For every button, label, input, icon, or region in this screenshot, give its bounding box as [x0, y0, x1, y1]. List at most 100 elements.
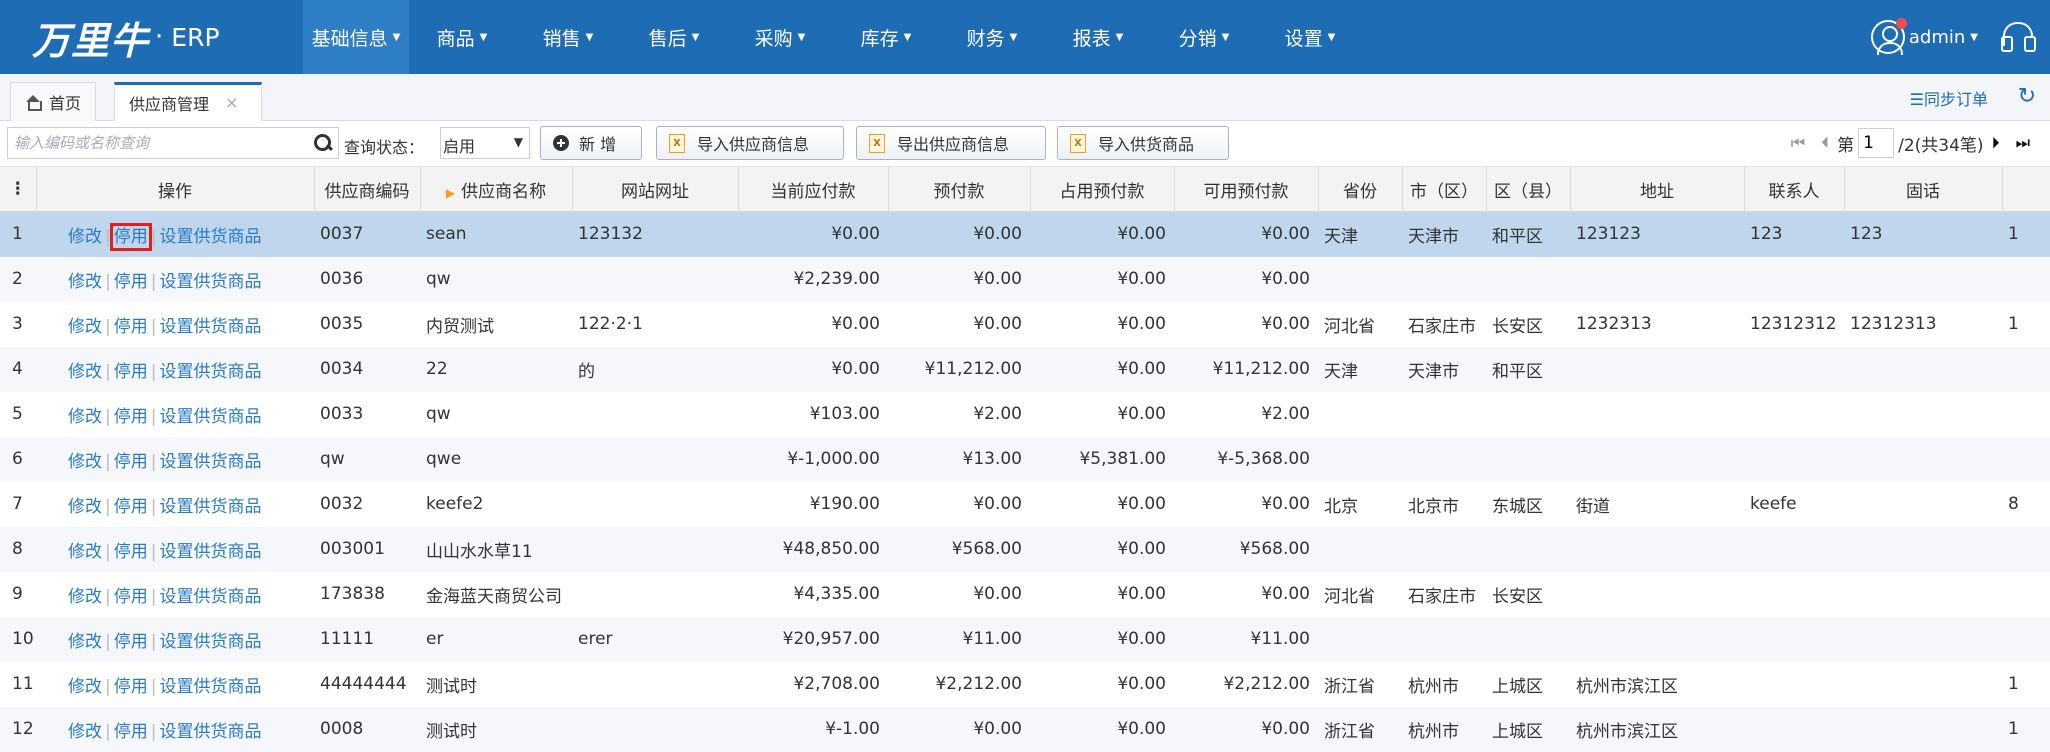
column-header[interactable]: 联系人 — [1744, 166, 1845, 212]
column-header[interactable]: 市（区） — [1402, 166, 1487, 212]
set-goods-link[interactable]: 设置供货商品 — [159, 587, 261, 607]
column-header[interactable]: 固话 — [1844, 166, 2003, 212]
headset-icon[interactable] — [2000, 20, 2034, 54]
column-header[interactable]: 可用预付款 — [1174, 166, 1319, 212]
set-goods-link[interactable]: 设置供货商品 — [159, 452, 261, 472]
set-goods-link[interactable]: 设置供货商品 — [159, 317, 261, 337]
province: 河北省 — [1318, 571, 1402, 617]
set-goods-link[interactable]: 设置供货商品 — [159, 542, 261, 562]
edit-link[interactable]: 修改 — [68, 362, 102, 382]
disable-link[interactable]: 停用 — [114, 317, 148, 337]
edit-link[interactable]: 修改 — [68, 227, 102, 247]
search-icon[interactable] — [312, 132, 334, 154]
set-goods-link[interactable]: 设置供货商品 — [159, 272, 261, 292]
table-row[interactable]: 9 修改 | 停用 | 设置供货商品 173838 金海蓝天商贸公司 ¥4,335.00 ¥0.0… — [0, 571, 2050, 617]
table-row[interactable]: 7 修改 | 停用 | 设置供货商品 0032 keefe2 ¥190.00 ¥0.00 ¥0.00… — [0, 481, 2050, 527]
search-input[interactable] — [8, 128, 298, 158]
table-row[interactable]: 1 修改 | 停用 | 设置供货商品 0037 sean 123132 ¥0.00 ¥0.00 ¥0.… — [0, 211, 2050, 257]
edit-link[interactable]: 修改 — [68, 452, 102, 472]
import-supplier-button[interactable]: X 导入供应商信息 — [656, 126, 844, 160]
refresh-icon[interactable]: ↻ — [2018, 84, 2036, 109]
column-header[interactable]: 供应商编码 — [314, 166, 421, 212]
prev-page-icon[interactable]: ⏴ — [1821, 133, 1829, 153]
first-page-icon[interactable]: ⏮ — [1791, 133, 1805, 153]
column-header[interactable]: 占用预付款 — [1030, 166, 1175, 212]
edit-link[interactable]: 修改 — [68, 677, 102, 697]
tab-home[interactable]: 首页 — [10, 82, 97, 121]
tab-supplier-management[interactable]: 供应商管理 × — [114, 82, 262, 121]
menu-settings[interactable]: 设置 ▼ — [1257, 0, 1363, 74]
menu-sales[interactable]: 销售 ▼ — [515, 0, 621, 74]
table-row[interactable]: 4 修改 | 停用 | 设置供货商品 0034 22 的 ¥0.00 ¥11,212.00 ¥0.00… — [0, 346, 2050, 392]
edit-link[interactable]: 修改 — [68, 722, 102, 742]
chevron-down-icon[interactable]: ▼ — [1970, 32, 1978, 43]
next-page-icon[interactable]: ⏵ — [1992, 133, 2000, 153]
last-page-icon[interactable]: ⏭ — [2016, 133, 2030, 153]
menu-reports[interactable]: 报表 ▼ — [1045, 0, 1151, 74]
app-logo[interactable]: 万里牛 · ERP — [32, 10, 220, 64]
table-row[interactable]: 10 修改 | 停用 | 设置供货商品 11111 er erer ¥20,957.00 ¥11.0… — [0, 616, 2050, 662]
disable-link[interactable]: 停用 — [114, 272, 148, 292]
column-header[interactable]: 省份 — [1318, 166, 1403, 212]
column-menu-icon[interactable]: ⋮ — [0, 166, 37, 212]
table-row[interactable]: 3 修改 | 停用 | 设置供货商品 0035 内贸测试 122·2·1 ¥0.00 ¥0.00 ¥0… — [0, 301, 2050, 347]
user-avatar-icon[interactable] — [1870, 18, 1907, 55]
set-goods-link[interactable]: 设置供货商品 — [159, 227, 261, 247]
column-header[interactable]: 当前应付款 — [738, 166, 889, 212]
edit-link[interactable]: 修改 — [68, 407, 102, 427]
edit-link[interactable]: 修改 — [68, 317, 102, 337]
set-goods-link[interactable]: 设置供货商品 — [159, 632, 261, 652]
edit-link[interactable]: 修改 — [68, 587, 102, 607]
column-header[interactable]: 预付款 — [888, 166, 1031, 212]
menu-inventory[interactable]: 库存 ▼ — [833, 0, 939, 74]
set-goods-link[interactable]: 设置供货商品 — [159, 722, 261, 742]
disable-link[interactable]: 停用 — [114, 587, 148, 607]
set-goods-link[interactable]: 设置供货商品 — [159, 407, 261, 427]
set-goods-link[interactable]: 设置供货商品 — [159, 497, 261, 517]
table-row[interactable]: 2 修改 | 停用 | 设置供货商品 0036 qw ¥2,239.00 ¥0.00 ¥0.00 ¥0… — [0, 256, 2050, 302]
disable-link[interactable]: 停用 — [114, 542, 148, 562]
menu-label: 报表 — [1072, 27, 1111, 50]
edit-link[interactable]: 修改 — [68, 497, 102, 517]
set-goods-link[interactable]: 设置供货商品 — [159, 362, 261, 382]
sync-orders-button[interactable]: ☰同步订单 — [1910, 86, 1988, 110]
close-icon[interactable]: × — [225, 93, 238, 112]
import-goods-button[interactable]: X 导入供货商品 — [1057, 126, 1229, 160]
edit-link[interactable]: 修改 — [68, 272, 102, 292]
set-goods-link[interactable]: 设置供货商品 — [159, 677, 261, 697]
chevron-down-icon: ▼ — [392, 31, 401, 43]
disable-link[interactable]: 停用 — [114, 632, 148, 652]
add-button[interactable]: 新 增 — [540, 126, 642, 160]
phone — [1844, 346, 2002, 392]
separator: | — [150, 676, 157, 697]
province — [1318, 616, 1402, 662]
disable-link[interactable]: 停用 — [114, 722, 148, 742]
user-name[interactable]: admin — [1909, 27, 1965, 48]
disable-link[interactable]: 停用 — [114, 677, 148, 697]
column-header[interactable]: 区（县） — [1486, 166, 1571, 212]
menu-distribution[interactable]: 分销 ▼ — [1151, 0, 1257, 74]
export-supplier-button[interactable]: X 导出供应商信息 — [856, 126, 1046, 160]
district — [1486, 436, 1570, 482]
edit-link[interactable]: 修改 — [68, 632, 102, 652]
table-row[interactable]: 5 修改 | 停用 | 设置供货商品 0033 qw ¥103.00 ¥2.00 ¥0.00 ¥2.0… — [0, 391, 2050, 437]
edit-link[interactable]: 修改 — [68, 542, 102, 562]
table-row[interactable]: 6 修改 | 停用 | 设置供货商品 qw qwe ¥-1,000.00 ¥13.00 ¥5,381… — [0, 436, 2050, 482]
column-header[interactable]: 网站网址 — [572, 166, 739, 212]
table-row[interactable]: 8 修改 | 停用 | 设置供货商品 003001 山山水水草11 ¥48,850.00 ¥568… — [0, 526, 2050, 572]
menu-after-sales[interactable]: 售后 ▼ — [621, 0, 727, 74]
page-number-input[interactable] — [1858, 128, 1895, 158]
column-header-sorted[interactable]: ▶ 供应商名称 — [420, 166, 573, 212]
column-header[interactable]: 地址 — [1570, 166, 1745, 212]
disable-link[interactable]: 停用 — [114, 407, 148, 427]
menu-purchase[interactable]: 采购 ▼ — [727, 0, 833, 74]
disable-link[interactable]: 停用 — [114, 452, 148, 472]
disable-link[interactable]: 停用 — [114, 362, 148, 382]
menu-basic-info[interactable]: 基础信息 ▼ — [303, 0, 409, 74]
table-row[interactable]: 11 修改 | 停用 | 设置供货商品 44444444 测试时 ¥2,708.00 ¥2,212… — [0, 661, 2050, 707]
status-select[interactable]: 启用 ▼ — [440, 127, 530, 159]
disable-link[interactable]: 停用 — [109, 222, 152, 251]
menu-goods[interactable]: 商品 ▼ — [409, 0, 515, 74]
disable-link[interactable]: 停用 — [114, 497, 148, 517]
menu-finance[interactable]: 财务 ▼ — [939, 0, 1045, 74]
